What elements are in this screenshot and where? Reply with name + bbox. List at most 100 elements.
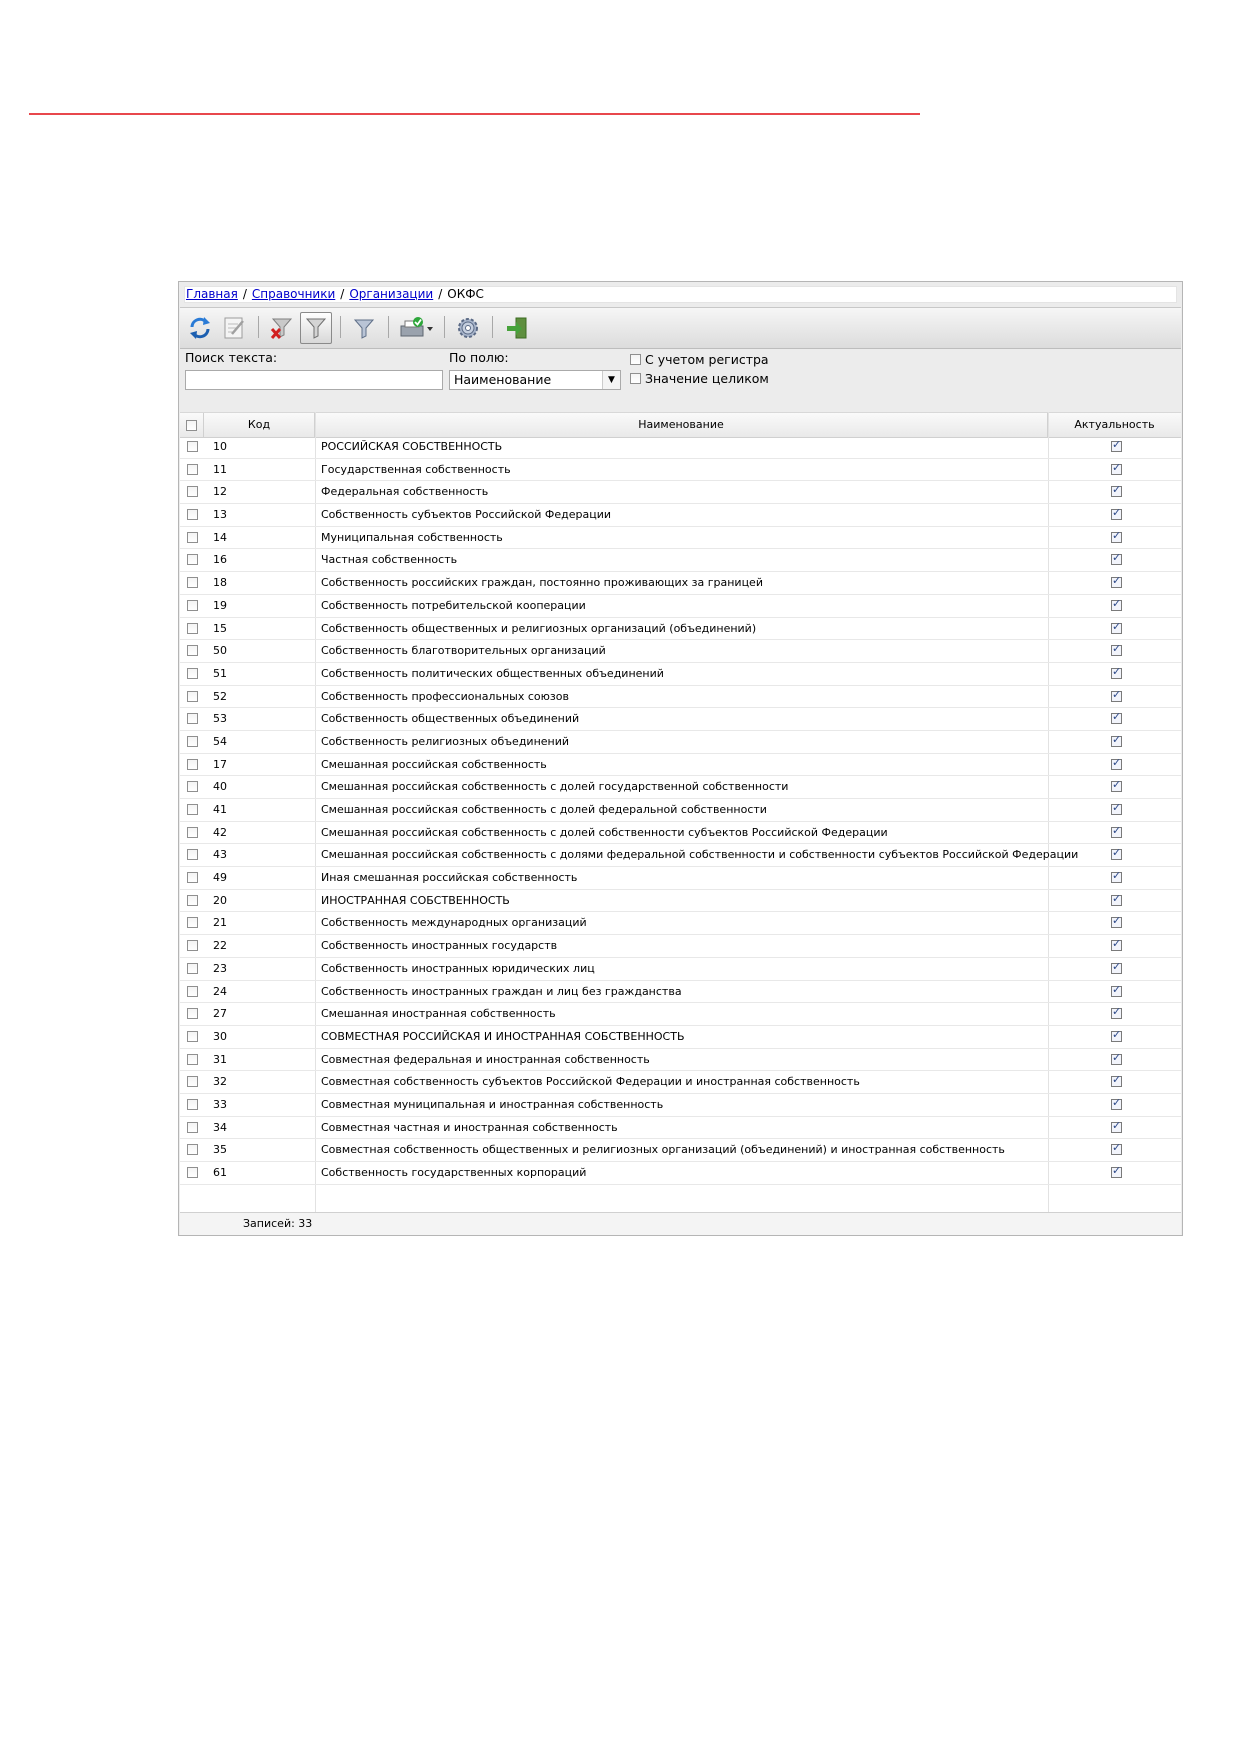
row-actual-checkbox[interactable] — [1111, 597, 1122, 611]
breadcrumb-organizations-link[interactable]: Организации — [349, 287, 433, 301]
table-row[interactable]: 42 Смешанная российская собственность с д… — [180, 822, 1181, 845]
row-select-checkbox[interactable] — [187, 713, 198, 725]
row-select-checkbox[interactable] — [187, 917, 198, 929]
table-row[interactable]: 18 Собственность российских граждан, пост… — [180, 572, 1181, 595]
row-actual-checkbox[interactable] — [1111, 506, 1122, 521]
row-select-checkbox[interactable] — [187, 1167, 198, 1178]
table-row[interactable]: 16 Частная собственность — [180, 549, 1181, 573]
row-select-checkbox[interactable] — [187, 463, 198, 475]
table-row[interactable]: 53 Собственность общественных объединений — [180, 708, 1181, 731]
case-sensitive-option[interactable]: С учетом регистра — [630, 352, 769, 367]
exit-button[interactable] — [500, 312, 532, 344]
table-row[interactable]: 17 Смешанная российская собственность — [180, 754, 1181, 777]
settings-button[interactable] — [452, 312, 484, 344]
table-row[interactable]: 11 Государственная собственность — [180, 459, 1181, 482]
row-actual-checkbox[interactable] — [1111, 1051, 1122, 1065]
row-actual-checkbox[interactable] — [1111, 778, 1122, 793]
table-row[interactable]: 10 РОССИЙСКАЯ СОБСТВЕННОСТЬ — [180, 436, 1181, 459]
table-row[interactable]: 23 Собственность иностранных юридических … — [180, 958, 1181, 981]
row-select-checkbox[interactable] — [187, 622, 198, 634]
table-row[interactable]: 35 Совместная собственность общественных … — [180, 1139, 1181, 1162]
table-row[interactable]: 13 Собственность субъектов Российской Фед… — [180, 504, 1181, 527]
table-row[interactable]: 30 СОВМЕСТНАЯ РОССИЙСКАЯ И ИНОСТРАННАЯ СО… — [180, 1026, 1181, 1049]
row-select-checkbox[interactable] — [187, 1098, 198, 1110]
row-select-checkbox[interactable] — [187, 940, 198, 952]
table-row[interactable]: 33 Совместная муниципальная и иностранная… — [180, 1094, 1181, 1117]
table-row[interactable]: 27 Смешанная иностранная собственность — [180, 1003, 1181, 1026]
row-actual-checkbox[interactable] — [1111, 642, 1122, 657]
search-field-select[interactable]: Наименование ▼ — [449, 370, 621, 390]
row-select-checkbox[interactable] — [187, 690, 198, 702]
row-select-checkbox[interactable] — [187, 577, 198, 589]
row-select-checkbox[interactable] — [187, 1144, 198, 1156]
row-actual-checkbox[interactable] — [1111, 937, 1122, 952]
row-select-checkbox[interactable] — [187, 667, 198, 679]
table-row[interactable]: 40 Смешанная российская собственность с д… — [180, 776, 1181, 799]
row-actual-checkbox[interactable] — [1111, 688, 1122, 702]
row-select-checkbox[interactable] — [187, 509, 198, 521]
row-actual-checkbox[interactable] — [1111, 438, 1122, 452]
whole-value-option[interactable]: Значение целиком — [630, 371, 769, 386]
row-actual-checkbox[interactable] — [1111, 483, 1122, 498]
table-row[interactable]: 50 Собственность благотворительных органи… — [180, 640, 1181, 663]
row-actual-checkbox[interactable] — [1111, 1028, 1122, 1042]
row-select-checkbox[interactable] — [187, 486, 198, 498]
row-actual-checkbox[interactable] — [1111, 461, 1122, 475]
column-header-code[interactable]: Код — [204, 413, 315, 437]
table-row[interactable]: 22 Собственность иностранных государств — [180, 935, 1181, 958]
table-row[interactable]: 31 Совместная федеральная и иностранная с… — [180, 1049, 1181, 1072]
table-row[interactable]: 34 Совместная частная и иностранная собст… — [180, 1117, 1181, 1140]
table-row[interactable]: 32 Совместная собственность субъектов Рос… — [180, 1071, 1181, 1094]
table-row[interactable]: 19 Собственность потребительской кооперац… — [180, 595, 1181, 618]
table-row[interactable]: 43 Смешанная российская собственность с д… — [180, 844, 1181, 868]
row-actual-checkbox[interactable] — [1111, 551, 1122, 566]
row-actual-checkbox[interactable] — [1111, 846, 1122, 861]
column-header-actual[interactable]: Актуальность — [1048, 413, 1181, 437]
table-row[interactable]: 21 Собственность международных организаци… — [180, 912, 1181, 936]
row-select-checkbox[interactable] — [187, 1008, 198, 1020]
row-select-checkbox[interactable] — [187, 441, 198, 452]
refresh-button[interactable] — [184, 312, 216, 344]
table-row[interactable]: 24 Собственность иностранных граждан и ли… — [180, 981, 1181, 1004]
table-row[interactable]: 14 Муниципальная собственность — [180, 527, 1181, 550]
row-select-checkbox[interactable] — [187, 872, 198, 884]
table-row[interactable]: 54 Собственность религиозных объединений — [180, 731, 1181, 754]
row-select-checkbox[interactable] — [187, 1076, 198, 1088]
breadcrumb-directories-link[interactable]: Справочники — [252, 287, 335, 301]
row-select-checkbox[interactable] — [187, 758, 198, 770]
row-select-checkbox[interactable] — [187, 894, 198, 906]
row-actual-checkbox[interactable] — [1111, 1141, 1122, 1156]
row-actual-checkbox[interactable] — [1111, 574, 1122, 589]
row-actual-checkbox[interactable] — [1111, 914, 1122, 929]
row-actual-checkbox[interactable] — [1111, 892, 1122, 906]
row-actual-checkbox[interactable] — [1111, 1073, 1122, 1088]
filter-button[interactable] — [300, 312, 332, 344]
row-actual-checkbox[interactable] — [1111, 960, 1122, 974]
row-select-checkbox[interactable] — [187, 1030, 198, 1042]
table-row[interactable]: 41 Смешанная российская собственность с д… — [180, 799, 1181, 822]
table-row[interactable]: 61 Собственность государственных корпорац… — [180, 1162, 1181, 1185]
table-row[interactable]: 49 Иная смешанная российская собственност… — [180, 867, 1181, 890]
row-select-checkbox[interactable] — [187, 804, 198, 815]
case-sensitive-checkbox[interactable] — [630, 354, 641, 365]
row-actual-checkbox[interactable] — [1111, 1119, 1122, 1133]
table-row[interactable]: 52 Собственность профессиональных союзов — [180, 686, 1181, 709]
select-all-checkbox[interactable] — [186, 419, 197, 431]
row-select-checkbox[interactable] — [187, 599, 198, 611]
print-menu-button[interactable] — [396, 312, 436, 344]
row-actual-checkbox[interactable] — [1111, 1164, 1122, 1178]
table-row[interactable]: 15 Собственность общественных и религиозн… — [180, 618, 1181, 641]
edit-button[interactable] — [218, 312, 250, 344]
row-actual-checkbox[interactable] — [1111, 824, 1122, 838]
row-select-checkbox[interactable] — [187, 1053, 198, 1065]
row-select-checkbox[interactable] — [187, 554, 198, 566]
row-actual-checkbox[interactable] — [1111, 1005, 1122, 1020]
clear-filter-button[interactable] — [266, 312, 298, 344]
row-actual-checkbox[interactable] — [1111, 733, 1122, 747]
row-select-checkbox[interactable] — [187, 985, 198, 997]
row-actual-checkbox[interactable] — [1111, 801, 1122, 815]
table-row[interactable]: 12 Федеральная собственность — [180, 481, 1181, 505]
row-select-checkbox[interactable] — [187, 826, 198, 838]
funnel-button[interactable] — [348, 312, 380, 344]
column-header-name[interactable]: Наименование — [315, 413, 1048, 437]
